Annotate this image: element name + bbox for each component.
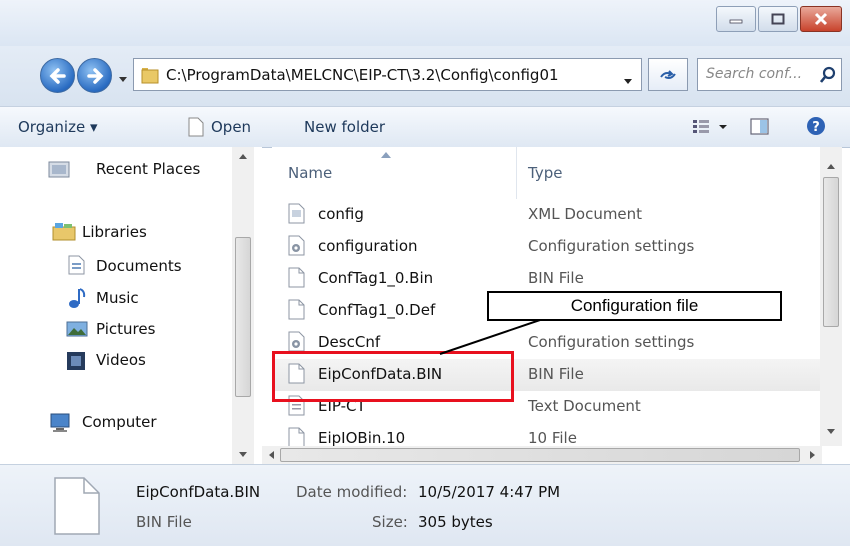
scroll-down-icon bbox=[827, 429, 835, 434]
file-name: DescCnf bbox=[318, 333, 381, 351]
nav-item-pictures[interactable]: Pictures bbox=[96, 320, 155, 338]
sort-ascending-icon bbox=[381, 152, 391, 158]
videos-icon bbox=[66, 351, 86, 375]
recent-pages-dropdown[interactable] bbox=[118, 69, 128, 88]
horizontal-scrollbar[interactable] bbox=[262, 446, 822, 464]
chevron-down-icon bbox=[624, 79, 632, 84]
pictures-icon bbox=[66, 320, 88, 342]
file-row[interactable]: config XML Document bbox=[272, 199, 820, 231]
file-type: Configuration settings bbox=[528, 333, 695, 351]
back-arrow-icon bbox=[49, 67, 66, 84]
nav-scrollbar-thumb[interactable] bbox=[235, 237, 251, 397]
documents-icon bbox=[68, 255, 86, 279]
caption-buttons bbox=[714, 6, 842, 32]
column-divider bbox=[516, 147, 517, 199]
close-icon bbox=[814, 12, 828, 26]
blank-file-icon bbox=[288, 299, 306, 325]
file-name: config bbox=[318, 205, 364, 223]
preview-pane-icon bbox=[750, 118, 769, 135]
forward-button[interactable] bbox=[77, 58, 112, 93]
nav-item-documents[interactable]: Documents bbox=[96, 257, 182, 275]
search-icon bbox=[819, 66, 836, 88]
refresh-button[interactable] bbox=[648, 58, 688, 91]
file-list-scrollbar[interactable] bbox=[820, 147, 842, 446]
title-bar bbox=[0, 0, 850, 46]
back-button[interactable] bbox=[40, 58, 75, 93]
nav-scrollbar[interactable] bbox=[232, 147, 254, 464]
column-header-name[interactable]: Name bbox=[288, 164, 332, 182]
file-name: ConfTag1_0.Bin bbox=[318, 269, 434, 287]
search-placeholder: Search conf... bbox=[706, 66, 803, 82]
nav-item-recent-places[interactable]: Recent Places bbox=[96, 160, 200, 178]
navigation-pane: Recent Places Libraries Documents Music … bbox=[0, 147, 262, 464]
address-path: C:\ProgramData\MELCNC\EIP-CT\3.2\Config\… bbox=[166, 66, 559, 84]
details-file-type: BIN File bbox=[136, 513, 192, 531]
computer-icon bbox=[48, 412, 72, 438]
file-name: EipIOBin.10 bbox=[318, 429, 406, 447]
minimize-icon bbox=[729, 19, 743, 24]
details-pane: EipConfData.BIN Date modified: 10/5/2017… bbox=[0, 464, 850, 546]
details-size-value: 305 bytes bbox=[418, 513, 493, 531]
new-folder-button[interactable]: New folder bbox=[304, 118, 385, 136]
search-input[interactable]: Search conf... bbox=[697, 58, 842, 91]
highlight-box bbox=[272, 351, 514, 402]
file-type: Text Document bbox=[528, 397, 641, 415]
details-date-label: Date modified: bbox=[296, 483, 408, 501]
scroll-down-icon bbox=[239, 452, 247, 457]
organize-button[interactable]: Organize ▾ bbox=[18, 118, 98, 136]
callout-label: Configuration file bbox=[487, 291, 782, 321]
file-name: configuration bbox=[318, 237, 418, 255]
selected-file-icon bbox=[54, 477, 100, 539]
address-bar[interactable]: C:\ProgramData\MELCNC\EIP-CT\3.2\Config\… bbox=[133, 58, 642, 91]
chevron-down-icon bbox=[119, 77, 127, 82]
blank-file-icon bbox=[288, 267, 306, 293]
nav-item-libraries[interactable]: Libraries bbox=[82, 223, 147, 241]
details-date-value: 10/5/2017 4:47 PM bbox=[418, 483, 561, 501]
file-type: Configuration settings bbox=[528, 237, 695, 255]
file-name: ConfTag1_0.Def bbox=[318, 301, 436, 319]
help-button[interactable]: ? bbox=[806, 116, 826, 140]
close-button[interactable] bbox=[800, 6, 842, 32]
open-button[interactable]: Open bbox=[211, 118, 251, 136]
file-type: 10 File bbox=[528, 429, 577, 447]
minimize-button[interactable] bbox=[716, 6, 756, 32]
scroll-up-icon bbox=[827, 164, 835, 169]
maximize-icon bbox=[771, 13, 785, 25]
details-file-name: EipConfData.BIN bbox=[136, 483, 261, 501]
scroll-left-icon bbox=[269, 451, 274, 459]
details-size-label: Size: bbox=[372, 513, 408, 531]
change-view-button[interactable] bbox=[693, 119, 731, 139]
preview-pane-button[interactable] bbox=[750, 117, 770, 141]
command-bar: Organize ▾ Open New folder ? bbox=[0, 106, 850, 148]
refresh-icon bbox=[660, 69, 676, 79]
address-row: C:\ProgramData\MELCNC\EIP-CT\3.2\Config\… bbox=[0, 46, 850, 106]
scroll-right-icon bbox=[810, 451, 815, 459]
nav-item-computer[interactable]: Computer bbox=[82, 413, 157, 431]
music-icon bbox=[68, 287, 86, 313]
file-type: BIN File bbox=[528, 269, 584, 287]
horizontal-scrollbar-thumb[interactable] bbox=[280, 448, 800, 462]
folder-icon bbox=[140, 65, 160, 89]
forward-arrow-icon bbox=[86, 67, 103, 84]
nav-item-videos[interactable]: Videos bbox=[96, 351, 146, 369]
explorer-window: C:\ProgramData\MELCNC\EIP-CT\3.2\Config\… bbox=[0, 0, 850, 546]
file-row[interactable]: configuration Configuration settings bbox=[272, 231, 820, 263]
help-icon: ? bbox=[807, 117, 825, 135]
column-header-type[interactable]: Type bbox=[528, 164, 562, 182]
file-type: XML Document bbox=[528, 205, 643, 223]
libraries-icon bbox=[52, 221, 76, 245]
recent-places-icon bbox=[48, 159, 70, 183]
nav-item-music[interactable]: Music bbox=[96, 289, 139, 307]
maximize-button[interactable] bbox=[758, 6, 798, 32]
settings-file-icon bbox=[288, 235, 306, 261]
scroll-up-icon bbox=[239, 154, 247, 159]
svg-text:?: ? bbox=[812, 120, 820, 135]
xml-file-icon bbox=[288, 203, 306, 229]
view-list-icon bbox=[693, 120, 727, 133]
open-file-icon bbox=[188, 117, 204, 141]
address-dropdown[interactable] bbox=[623, 71, 633, 90]
file-list-scrollbar-thumb[interactable] bbox=[823, 177, 839, 327]
file-type: BIN File bbox=[528, 365, 584, 383]
